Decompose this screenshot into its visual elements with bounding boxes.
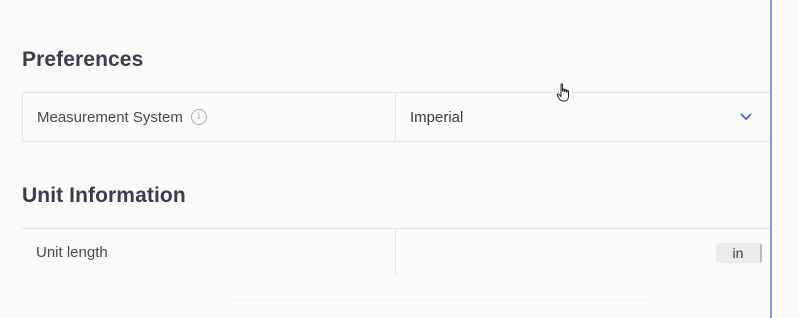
measurement-system-label-cell: Measurement System i <box>22 93 396 141</box>
chevron-down-icon <box>740 113 752 120</box>
unit-length-row: Unit length in <box>22 228 770 275</box>
hand-pointer-icon <box>556 83 569 102</box>
unit-length-badge: in <box>716 243 762 263</box>
unit-length-value-cell: in <box>396 229 770 275</box>
panel-edge <box>770 0 772 318</box>
preferences-heading: Preferences <box>22 48 144 71</box>
measurement-system-value: Imperial <box>410 108 464 126</box>
info-icon[interactable]: i <box>190 109 207 125</box>
measurement-system-dropdown[interactable]: Imperial <box>410 93 770 141</box>
unit-length-label: Unit length <box>36 243 108 261</box>
unit-information-heading: Unit Information <box>22 184 186 207</box>
measurement-system-label: Measurement System <box>37 108 183 126</box>
preferences-panel: Preferences Measurement System i Imperia… <box>0 0 799 318</box>
measurement-system-row: Measurement System i Imperial <box>22 92 770 142</box>
measurement-system-value-cell: Imperial <box>396 93 770 141</box>
unit-length-label-cell: Unit length <box>22 229 396 275</box>
divider <box>230 300 650 301</box>
